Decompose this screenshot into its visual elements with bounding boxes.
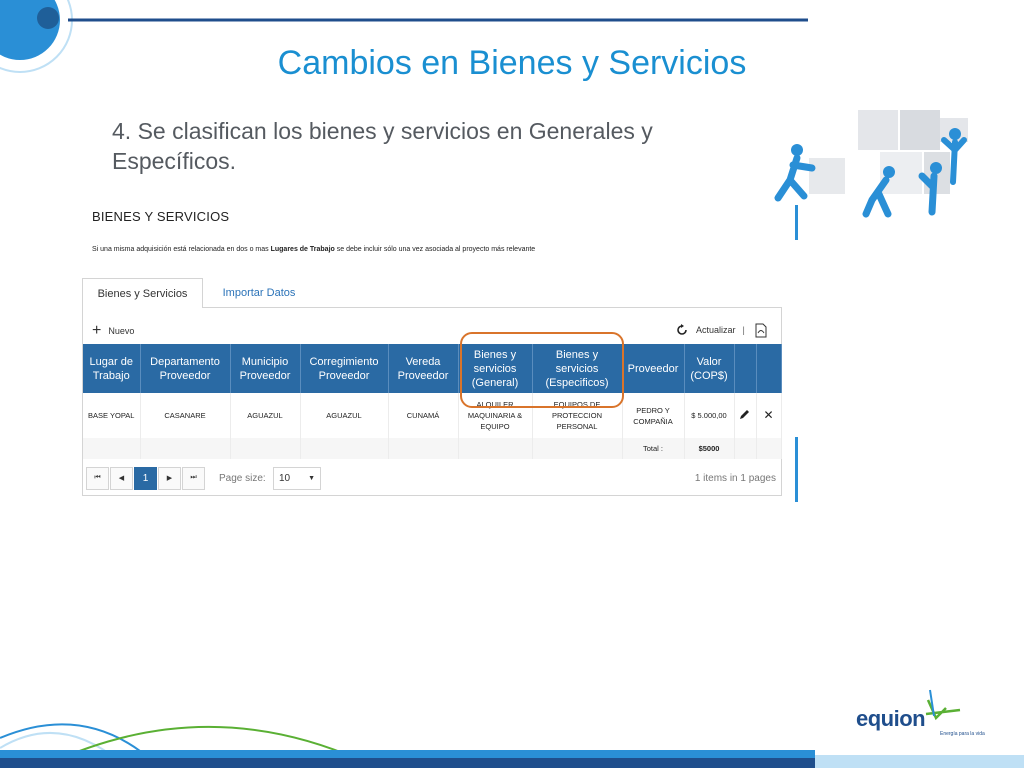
total-empty-4	[300, 438, 389, 459]
tab-bienes-y-servicios[interactable]: Bienes y Servicios	[82, 278, 203, 308]
table-row[interactable]: BASE YOPAL CASANARE AGUAZUL AGUAZUL CUNA…	[83, 393, 782, 438]
cell-especifico: EQUIPOS DE PROTECCION PERSONAL	[532, 393, 623, 438]
cell-municipio: AGUAZUL	[230, 393, 301, 438]
refresh-icon	[677, 324, 687, 335]
pencil-icon	[740, 410, 749, 419]
cell-general: ALQUILER MAQUINARIA & EQUIPO	[458, 393, 533, 438]
last-page-icon: ⏭	[190, 474, 197, 481]
col-departamento[interactable]: Departamento Proveedor	[140, 344, 231, 393]
page-size-label: Page size:	[219, 473, 266, 484]
first-page-button[interactable]: ⏮	[86, 466, 109, 490]
equion-logo: equion	[856, 706, 926, 731]
col-corregimiento[interactable]: Corregimiento Proveedor	[300, 344, 389, 393]
note-prefix: Si una misma adquisición está relacionad…	[92, 246, 271, 253]
slide-title: Cambios en Bienes y Servicios	[277, 44, 747, 82]
col-proveedor[interactable]: Proveedor	[622, 344, 685, 393]
cell-proveedor: PEDRO Y COMPAÑIA	[622, 393, 685, 438]
accent-line-top	[795, 205, 798, 240]
delete-button[interactable]: ✕	[756, 393, 782, 438]
col-delete	[756, 344, 782, 393]
new-button-label: Nuevo	[108, 326, 135, 336]
page-size-value: 10	[279, 473, 291, 484]
total-empty-2	[140, 438, 231, 459]
total-value: $5000	[698, 444, 720, 453]
total-label: Total :	[622, 438, 685, 459]
first-page-icon: ⏮	[94, 474, 101, 481]
prev-page-icon: ◀	[118, 475, 125, 482]
col-vereda[interactable]: Vereda Proveedor	[388, 344, 459, 393]
next-page-icon: ▶	[166, 475, 173, 482]
refresh-button[interactable]: Actualizar	[675, 323, 736, 337]
col-edit	[734, 344, 757, 393]
cell-corregimiento: AGUAZUL	[300, 393, 389, 438]
total-empty-8	[734, 438, 757, 459]
pdf-export-icon[interactable]	[755, 323, 767, 338]
total-empty-5	[388, 438, 459, 459]
col-valor[interactable]: Valor (COP$)	[684, 344, 735, 393]
slide-bullet: 4. Se clasifican los bienes y servicios …	[112, 118, 653, 174]
close-icon: ✕	[763, 407, 774, 422]
tab-importar-datos[interactable]: Importar Datos	[204, 278, 314, 308]
refresh-label: Actualizar	[696, 325, 736, 335]
prev-page-button[interactable]: ◀	[110, 466, 133, 490]
section-title: BIENES Y SERVICIOS	[92, 209, 230, 224]
col-lugar-trabajo[interactable]: Lugar de Trabajo	[83, 344, 141, 393]
bienes-servicios-grid: Lugar de Trabajo Departamento Proveedor …	[83, 344, 782, 459]
col-bienes-especificos[interactable]: Bienes y servicios (Especificos)	[532, 344, 623, 393]
pager: ⏮ ◀ 1 ▶ ⏭	[86, 466, 206, 490]
next-page-button[interactable]: ▶	[158, 466, 181, 490]
total-value-cell: $5000	[684, 438, 735, 459]
total-empty-1	[83, 438, 141, 459]
last-page-button[interactable]: ⏭	[182, 466, 205, 490]
new-button[interactable]: + Nuevo	[92, 322, 134, 340]
page-size-select[interactable]: 10 ▼	[273, 467, 321, 490]
total-empty-3	[230, 438, 301, 459]
plus-icon: +	[92, 322, 102, 339]
total-empty-9	[756, 438, 782, 459]
puzzle-illustration	[774, 110, 968, 218]
col-bienes-general[interactable]: Bienes y servicios (General)	[458, 344, 533, 393]
cell-lugar: BASE YOPAL	[83, 393, 141, 438]
brand-tagline: Energía para la vida	[940, 731, 985, 737]
edit-button[interactable]	[734, 393, 757, 438]
current-page-button[interactable]: 1	[134, 466, 157, 490]
cell-departamento: CASANARE	[140, 393, 231, 438]
dropdown-arrow-icon: ▼	[308, 475, 315, 482]
info-note: Si una misma adquisición está relacionad…	[92, 246, 535, 253]
cell-valor: $ 5.000,00	[684, 393, 735, 438]
total-empty-7	[532, 438, 623, 459]
note-suffix: se debe incluir sólo una vez asociada al…	[334, 246, 536, 253]
note-bold: Lugares de Trabajo	[270, 246, 335, 253]
toolbar-right: Actualizar |	[675, 321, 767, 339]
col-municipio[interactable]: Municipio Proveedor	[230, 344, 301, 393]
toolbar-separator: |	[742, 325, 745, 335]
items-info: 1 items in 1 pages	[694, 473, 776, 484]
total-row: Total : $5000	[83, 438, 782, 459]
cell-vereda: CUNAMÁ	[388, 393, 459, 438]
accent-line-bottom	[795, 437, 798, 502]
grid-header-row: Lugar de Trabajo Departamento Proveedor …	[83, 344, 782, 393]
total-empty-6	[458, 438, 533, 459]
